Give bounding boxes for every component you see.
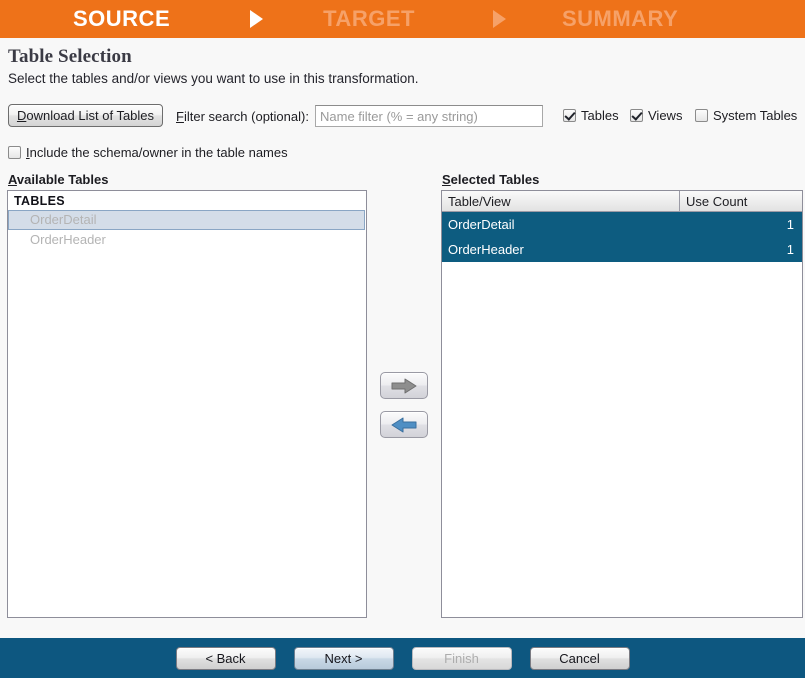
table-row[interactable]: OrderHeader 1 xyxy=(442,237,802,262)
add-table-button[interactable] xyxy=(380,372,428,399)
arrow-left-icon xyxy=(391,417,417,433)
list-item[interactable]: OrderHeader xyxy=(8,230,366,250)
arrow-right-icon xyxy=(391,378,417,394)
checkbox-tables[interactable]: Tables xyxy=(563,108,619,123)
list-item[interactable]: OrderDetail xyxy=(8,210,365,230)
chevron-right-icon xyxy=(250,10,263,28)
wizard-step-target[interactable]: TARGET xyxy=(323,6,415,32)
cell-table-name: OrderDetail xyxy=(442,217,680,232)
checkbox-system-tables-box[interactable] xyxy=(695,109,708,122)
download-button-label-rest: ownload List of Tables xyxy=(26,108,154,123)
available-tables-label: Available Tables xyxy=(8,172,108,187)
chevron-right-icon-2 xyxy=(493,10,506,28)
selected-tables-label: Selected Tables xyxy=(442,172,539,187)
checkbox-system-tables[interactable]: System Tables xyxy=(695,108,797,123)
available-label-accel: A xyxy=(8,172,17,187)
cancel-button[interactable]: Cancel xyxy=(530,647,630,670)
column-header-use-count[interactable]: Use Count xyxy=(680,191,802,211)
checkbox-include-schema[interactable]: Include the schema/owner in the table na… xyxy=(8,145,288,160)
wizard-step-source[interactable]: SOURCE xyxy=(73,6,170,32)
table-row[interactable]: OrderDetail 1 xyxy=(442,212,802,237)
checkbox-views-label: Views xyxy=(648,108,682,123)
tree-root-tables[interactable]: TABLES xyxy=(8,191,366,210)
checkbox-tables-label: Tables xyxy=(581,108,619,123)
selected-label-accel: S xyxy=(442,172,451,187)
page-title: Table Selection xyxy=(8,46,132,68)
checkbox-include-schema-label: Include the schema/owner in the table na… xyxy=(26,145,288,160)
include-schema-accel: I xyxy=(26,145,30,160)
wizard-step-summary[interactable]: SUMMARY xyxy=(562,6,678,32)
next-button[interactable]: Next > xyxy=(294,647,394,670)
filter-search-input[interactable] xyxy=(315,105,543,127)
available-tables-list[interactable]: TABLES OrderDetail OrderHeader xyxy=(7,190,367,618)
column-header-table-view[interactable]: Table/View xyxy=(442,191,680,211)
filter-search-label: Filter search (optional): xyxy=(176,109,309,124)
back-button[interactable]: < Back xyxy=(176,647,276,670)
checkbox-views[interactable]: Views xyxy=(630,108,682,123)
checkbox-views-box[interactable] xyxy=(630,109,643,122)
remove-table-button[interactable] xyxy=(380,411,428,438)
wizard-step-header: SOURCE TARGET SUMMARY xyxy=(0,0,805,38)
grid-header-row: Table/View Use Count xyxy=(442,191,802,212)
cell-use-count: 1 xyxy=(680,217,802,232)
selected-tables-grid[interactable]: Table/View Use Count OrderDetail 1 Order… xyxy=(441,190,803,618)
checkbox-tables-box[interactable] xyxy=(563,109,576,122)
cell-use-count: 1 xyxy=(680,242,802,257)
selected-label-rest: elected Tables xyxy=(451,172,540,187)
download-button-accel: D xyxy=(17,108,26,123)
finish-button: Finish xyxy=(412,647,512,670)
checkbox-include-schema-box[interactable] xyxy=(8,146,21,159)
filter-label-rest: ilter search (optional): xyxy=(184,109,309,124)
page-subtitle: Select the tables and/or views you want … xyxy=(8,71,418,86)
download-list-of-tables-button[interactable]: Download List of Tables xyxy=(8,104,163,127)
checkbox-system-tables-label: System Tables xyxy=(713,108,797,123)
filter-label-accel: F xyxy=(176,109,184,124)
available-label-rest: vailable Tables xyxy=(17,172,109,187)
wizard-footer: < Back Next > Finish Cancel xyxy=(0,638,805,678)
table-selection-wizard: SOURCE TARGET SUMMARY Table Selection Se… xyxy=(0,0,805,678)
cell-table-name: OrderHeader xyxy=(442,242,680,257)
